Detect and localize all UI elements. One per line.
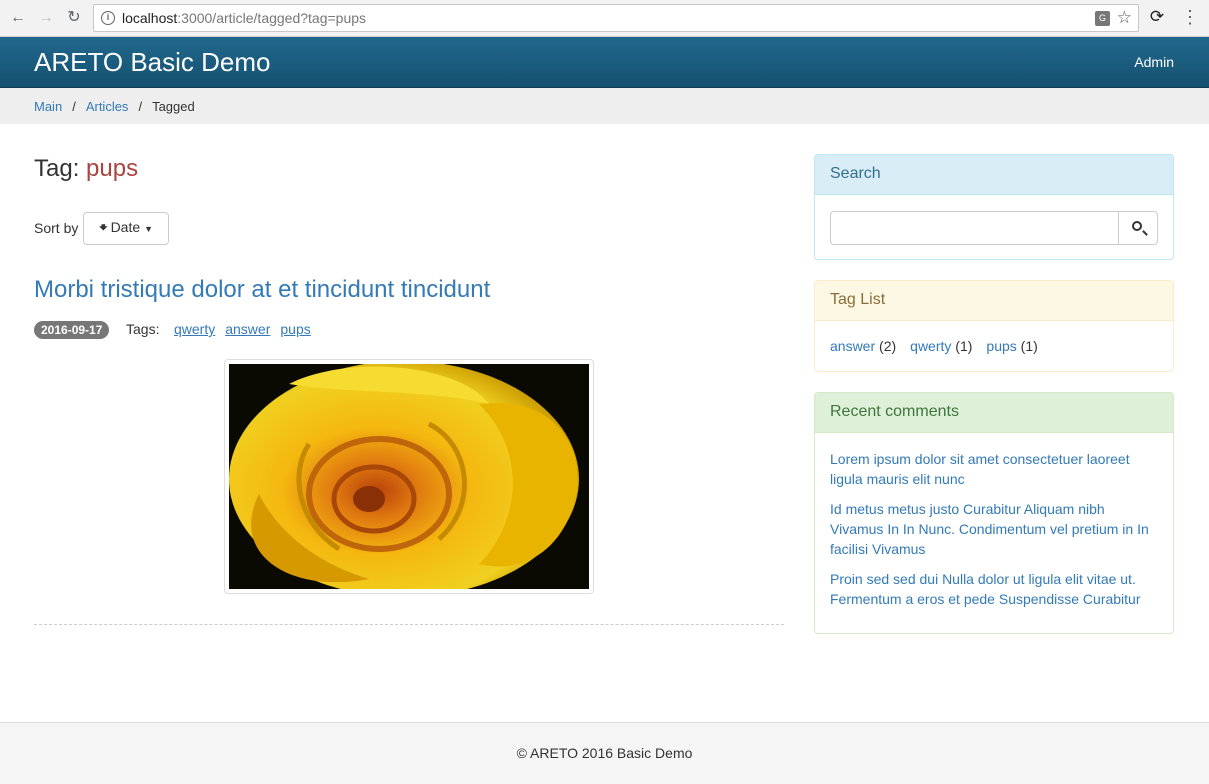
recent-comment-link[interactable]: Id metus metus justo Curabitur Aliquam n… — [830, 499, 1160, 559]
bookmark-star-icon[interactable]: ☆ — [1117, 8, 1132, 28]
breadcrumb-item-articles[interactable]: Articles — [86, 99, 129, 114]
article-divider — [34, 624, 784, 625]
article-tag-list: qwerty answer pups — [174, 321, 311, 337]
page-title: Tag: pups — [34, 155, 138, 183]
browser-toolbar: ← → ↻ i localhost:3000/article/tagged?ta… — [0, 0, 1209, 37]
tags-label: Tags: — [126, 321, 160, 337]
browser-menu-icon[interactable]: ⋮ — [1181, 8, 1199, 28]
breadcrumb-item-main[interactable]: Main — [34, 99, 62, 114]
breadcrumb-link-articles[interactable]: Articles — [86, 99, 129, 114]
recent-comments-panel-title: Recent comments — [815, 393, 1173, 433]
article-title-link[interactable]: Morbi tristique dolor at et tincidunt ti… — [34, 276, 490, 304]
breadcrumb-separator: / — [72, 99, 76, 114]
sort-button-label: Date — [110, 218, 141, 235]
search-panel: Search — [814, 154, 1174, 260]
tag-list-link[interactable]: answer — [830, 338, 875, 354]
footer-text: © ARETO 2016 Basic Demo — [516, 745, 693, 761]
arrow-down-icon: 🠻 — [98, 218, 108, 235]
search-panel-title: Search — [815, 155, 1173, 195]
brand-link[interactable]: ARETO Basic Demo — [34, 47, 270, 78]
tag-count: (2) — [879, 338, 897, 354]
date-badge: 2016-09-17 — [34, 321, 110, 339]
site-navbar: ARETO Basic Demo Admin — [0, 37, 1209, 88]
article-thumbnail[interactable] — [224, 359, 594, 594]
breadcrumb: Main / Articles / Tagged — [0, 88, 1209, 124]
url-text[interactable]: localhost:3000/article/tagged?tag=pups — [122, 10, 366, 26]
site-footer: © ARETO 2016 Basic Demo — [0, 722, 1209, 784]
info-icon[interactable]: i — [101, 11, 115, 25]
forward-arrow-icon[interactable]: → — [36, 8, 56, 28]
url-host: localhost — [122, 10, 178, 26]
extension-sync-icon[interactable]: ⟳ — [1148, 8, 1166, 26]
tag-list-panel-title: Tag List — [815, 281, 1173, 321]
caret-down-icon: ▼ — [144, 223, 154, 234]
tag-count: (1) — [1020, 338, 1038, 354]
search-group — [830, 211, 1158, 245]
tag-count: (1) — [955, 338, 973, 354]
address-bar[interactable]: i localhost:3000/article/tagged?tag=pups… — [93, 4, 1139, 32]
recent-comment-link[interactable]: Lorem ipsum dolor sit amet consectetuer … — [830, 449, 1160, 489]
tag-list-link[interactable]: pups — [986, 338, 1016, 354]
search-icon — [1132, 221, 1142, 231]
page-title-prefix: Tag: — [34, 155, 80, 182]
article-tag-link[interactable]: pups — [280, 321, 310, 337]
tag-list-item: pups (1) — [986, 338, 1037, 354]
recent-comments-panel: Recent comments Lorem ipsum dolor sit am… — [814, 392, 1174, 634]
breadcrumb-separator: / — [138, 99, 143, 114]
article-tag-link[interactable]: qwerty — [174, 321, 215, 337]
admin-link[interactable]: Admin — [1134, 54, 1174, 70]
tag-list: answer (2) qwerty (1) pups (1) — [830, 338, 1038, 354]
recent-comment-link[interactable]: Proin sed sed dui Nulla dolor ut ligula … — [830, 569, 1160, 609]
back-arrow-icon[interactable]: ← — [8, 8, 28, 28]
search-button[interactable] — [1118, 211, 1158, 245]
tag-list-link[interactable]: qwerty — [910, 338, 951, 354]
breadcrumb-item-tagged: Tagged — [152, 99, 195, 114]
sort-dropdown-button[interactable]: 🠻 Date ▼ — [83, 212, 169, 245]
page-title-tag: pups — [86, 155, 139, 182]
translate-icon[interactable]: G — [1095, 11, 1110, 26]
search-input[interactable] — [830, 211, 1118, 245]
tag-list-item: answer (2) — [830, 338, 896, 354]
sort-label: Sort by — [34, 220, 79, 236]
recent-comments-list: Lorem ipsum dolor sit amet consectetuer … — [830, 449, 1160, 619]
breadcrumb-link-main[interactable]: Main — [34, 99, 62, 114]
article-tag-link[interactable]: answer — [225, 321, 270, 337]
reload-icon[interactable]: ↻ — [64, 8, 84, 28]
yellow-rose-image — [229, 364, 589, 589]
url-path: :3000/article/tagged?tag=pups — [177, 10, 367, 26]
tag-list-panel: Tag List answer (2) qwerty (1) pups (1) — [814, 280, 1174, 372]
tag-list-item: qwerty (1) — [910, 338, 972, 354]
